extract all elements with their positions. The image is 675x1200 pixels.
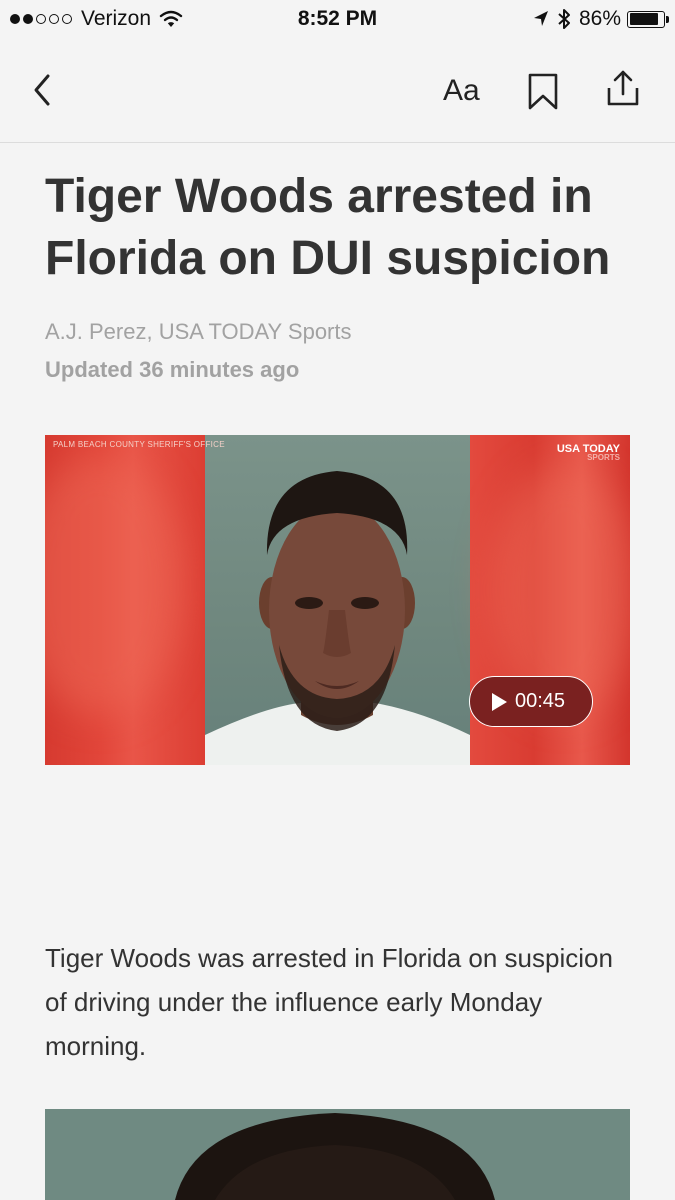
article-photo [45,1109,630,1200]
signal-strength-icon [10,14,75,24]
bookmark-icon[interactable] [524,70,562,112]
status-right: 86% [533,7,669,31]
share-icon[interactable] [602,68,644,110]
article-byline: A.J. Perez, USA TODAY Sports [45,319,352,344]
video-mugshot-image [205,435,470,765]
wifi-icon [159,10,183,27]
status-bar: Verizon 8:52 PM 86% [0,0,675,40]
photo-hair-top [175,1113,495,1200]
status-left: Verizon [10,7,183,31]
battery-percent: 86% [578,7,621,30]
bluetooth-icon [558,9,570,29]
video-duration: 00:45 [515,690,566,712]
play-icon [492,692,507,711]
usa-today-sports-logo: USA TODAY SPORTS [557,443,620,462]
play-video-button[interactable]: 00:45 [469,676,593,727]
battery-icon [627,10,669,28]
video-player[interactable]: PALM BEACH COUNTY SHERIFF'S OFFICE USA T… [45,435,630,765]
location-arrow-icon [533,11,548,26]
article-headline: Tiger Woods arrested in Florida on DUI s… [45,170,611,285]
carrier-name: Verizon [81,7,152,30]
font-size-button[interactable]: Aa [443,74,480,108]
article-updated-time: Updated 36 minutes ago [45,357,300,382]
navigation-bar: Aa [0,40,675,143]
video-blur-panel-left [45,435,205,765]
image-credit: PALM BEACH COUNTY SHERIFF'S OFFICE [53,440,225,449]
article-paragraph: Tiger Woods was arrested in Florida on s… [45,943,613,1061]
back-chevron-icon[interactable] [26,70,62,110]
mugshot-portrait [205,471,470,765]
